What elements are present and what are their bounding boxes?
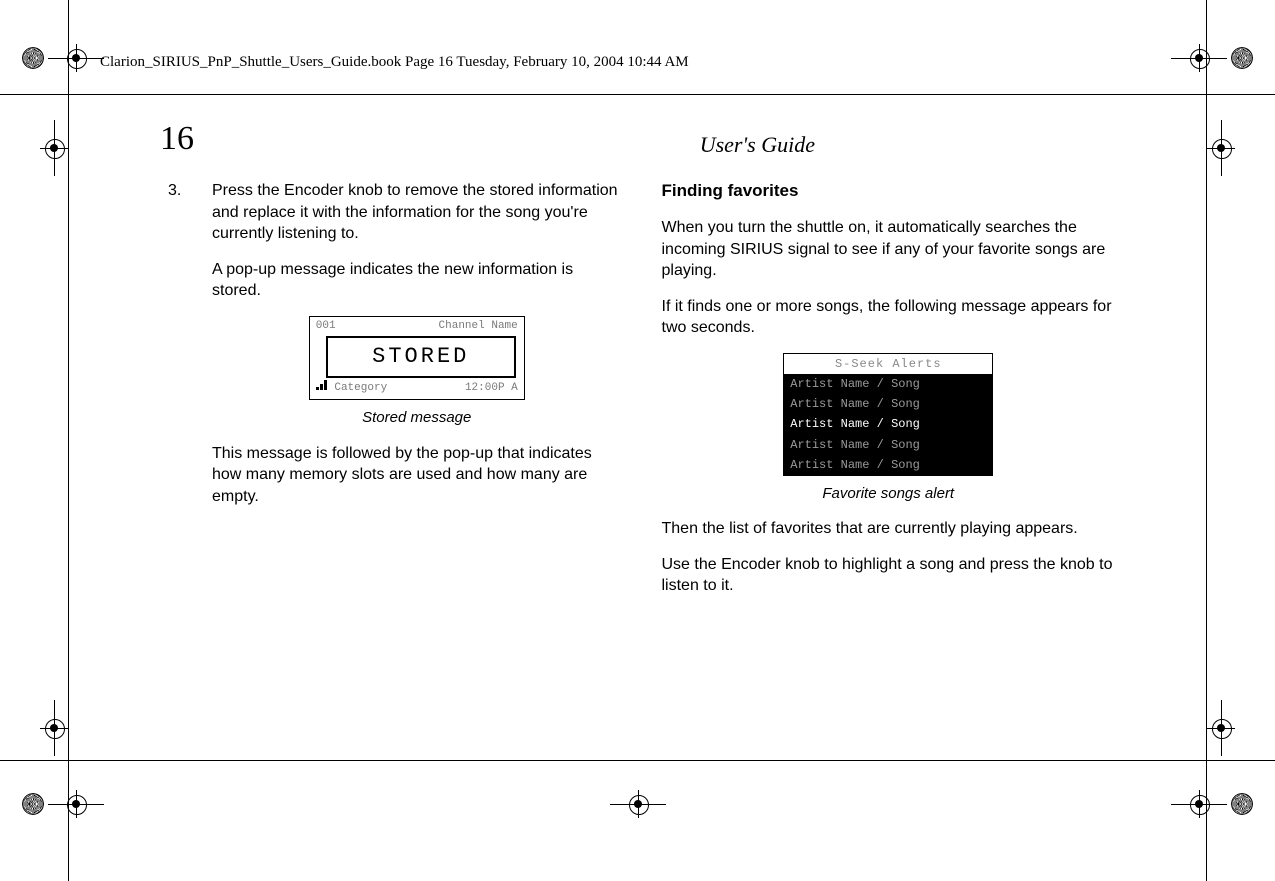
crop-line-bottom [0,760,1275,761]
registration-mark-icon [1171,44,1253,72]
paragraph: Then the list of favorites that are curr… [662,518,1116,540]
step-text: Press the Encoder knob to remove the sto… [212,180,622,245]
lcd-alert-row: Artist Name / Song [783,455,993,476]
signal-icon [316,380,328,390]
step-3: 3. Press the Encoder knob to remove the … [168,180,622,507]
lcd-alerts-figure: S-Seek Alerts Artist Name / Song Artist … [783,353,993,476]
step-number: 3. [168,180,192,507]
registration-mark-icon [40,120,68,176]
lcd-stored-figure: 001 Channel Name STORED Category 12:00P … [309,316,525,400]
lcd-channel-num: 001 [316,319,336,334]
paragraph: This message is followed by the pop-up t… [212,443,622,508]
right-column: Finding favorites When you turn the shut… [662,180,1116,597]
lcd-time: 12:00P A [465,381,518,396]
body-columns: 3. Press the Encoder knob to remove the … [168,180,1115,597]
lcd-popup-text: STORED [326,336,516,378]
lcd-alert-row: Artist Name / Song [783,435,993,455]
lcd-category: Category [334,382,387,394]
paragraph: Use the Encoder knob to highlight a song… [662,554,1116,597]
page-number: 16 [160,120,194,158]
registration-mark-icon [1207,120,1235,176]
paragraph: A pop-up message indicates the new infor… [212,259,622,302]
crop-line-top [0,94,1275,95]
registration-mark-icon [1171,790,1253,818]
paragraph: If it finds one or more songs, the follo… [662,296,1116,339]
document-slug: Clarion_SIRIUS_PnP_Shuttle_Users_Guide.b… [100,54,1175,71]
registration-mark-icon [22,44,104,72]
registration-mark-icon [610,790,666,818]
registration-mark-icon [40,700,68,756]
registration-mark-icon [22,790,104,818]
left-column: 3. Press the Encoder knob to remove the … [168,180,622,597]
registration-mark-icon [1207,700,1235,756]
lcd-alert-row-selected: Artist Name / Song [783,414,993,434]
lcd-alerts-title: S-Seek Alerts [783,353,993,374]
lcd-alert-row: Artist Name / Song [783,394,993,414]
figure-caption: Favorite songs alert [662,484,1116,504]
crop-line-left [68,0,69,881]
figure-caption: Stored message [212,408,622,428]
page-title: User's Guide [700,132,815,158]
page-header: 16 User's Guide [160,120,1115,158]
lcd-alert-row: Artist Name / Song [783,374,993,394]
paragraph: When you turn the shuttle on, it automat… [662,217,1116,282]
lcd-channel-name: Channel Name [439,319,518,334]
section-heading: Finding favorites [662,180,1116,203]
